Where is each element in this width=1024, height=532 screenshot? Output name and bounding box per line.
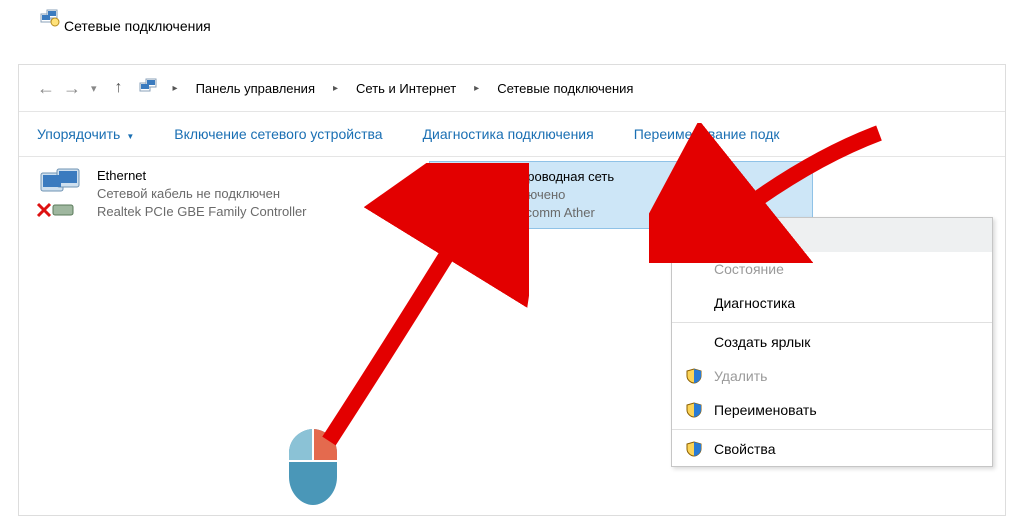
menu-state: Состояние bbox=[672, 252, 992, 286]
toolbar-organize[interactable]: Упорядочить▼ bbox=[37, 126, 134, 142]
nav-recent-icon[interactable]: ▾ bbox=[91, 82, 97, 95]
crumb-network-internet[interactable]: Сеть и Интернет bbox=[352, 79, 460, 98]
nav-up-icon[interactable]: ↑ bbox=[115, 79, 123, 97]
dropdown-icon: ▼ bbox=[126, 132, 134, 141]
ethernet-icon bbox=[35, 167, 87, 219]
connection-device: Qualcomm Ather bbox=[498, 204, 614, 222]
chevron-right-icon[interactable]: ▸ bbox=[333, 83, 338, 94]
connection-ethernet[interactable]: Ethernet Сетевой кабель не подключен Rea… bbox=[29, 161, 411, 227]
menu-label: Переименовать bbox=[714, 402, 817, 418]
shield-icon bbox=[686, 368, 702, 384]
connection-device: Realtek PCIe GBE Family Controller bbox=[97, 203, 307, 221]
menu-label: Удалить bbox=[714, 368, 767, 384]
menu-delete: Удалить bbox=[672, 359, 992, 393]
menu-properties[interactable]: Свойства bbox=[672, 432, 992, 466]
crumb-network-connections[interactable]: Сетевые подключения bbox=[493, 79, 637, 98]
nav-back-icon[interactable]: ← bbox=[37, 78, 55, 99]
connection-text: Ethernet Сетевой кабель не подключен Rea… bbox=[97, 167, 307, 221]
window-title: Сетевые подключения bbox=[64, 18, 211, 34]
connection-status: Отключено bbox=[498, 186, 614, 204]
address-bar: ← → ▾ ↑ ▸ Панель управления ▸ Сеть и Инт… bbox=[19, 65, 1005, 112]
connection-status: Сетевой кабель не подключен bbox=[97, 185, 307, 203]
context-menu: Включить Состояние Диагностика Создать я… bbox=[671, 217, 993, 467]
titlebar: Сетевые подключения bbox=[0, 0, 1024, 44]
menu-label: Создать ярлык bbox=[714, 334, 810, 350]
menu-label: Включить bbox=[714, 227, 784, 243]
menu-label: Свойства bbox=[714, 441, 775, 457]
crumb-control-panel[interactable]: Панель управления bbox=[192, 79, 319, 98]
content-area: Ethernet Сетевой кабель не подключен Rea… bbox=[19, 157, 1005, 515]
toolbar-diagnose[interactable]: Диагностика подключения bbox=[423, 126, 594, 142]
nav-fwd-icon[interactable]: → bbox=[63, 78, 81, 99]
toolbar: Упорядочить▼ Включение сетевого устройст… bbox=[19, 112, 1005, 157]
menu-label: Состояние bbox=[714, 261, 784, 277]
connection-name: Ethernet bbox=[97, 167, 307, 185]
window-body: ← → ▾ ↑ ▸ Панель управления ▸ Сеть и Инт… bbox=[18, 64, 1006, 516]
chevron-right-icon[interactable]: ▸ bbox=[474, 83, 479, 94]
menu-enable[interactable]: Включить bbox=[672, 218, 992, 252]
menu-separator bbox=[672, 322, 992, 323]
connection-name: Беспроводная сеть bbox=[498, 168, 614, 186]
mouse-annotation-icon bbox=[285, 427, 341, 507]
menu-label: Диагностика bbox=[714, 295, 795, 311]
connection-text: Беспроводная сеть Отключено Qualcomm Ath… bbox=[498, 168, 614, 222]
menu-diagnose[interactable]: Диагностика bbox=[672, 286, 992, 320]
menu-create-shortcut[interactable]: Создать ярлык bbox=[672, 325, 992, 359]
toolbar-enable-device[interactable]: Включение сетевого устройства bbox=[174, 126, 382, 142]
chevron-right-icon[interactable]: ▸ bbox=[173, 83, 178, 94]
menu-rename[interactable]: Переименовать bbox=[672, 393, 992, 427]
shield-icon bbox=[686, 227, 702, 243]
breadcrumb-root-icon[interactable] bbox=[139, 77, 159, 100]
shield-icon bbox=[686, 441, 702, 457]
toolbar-rename[interactable]: Переименование подк bbox=[634, 126, 780, 142]
menu-separator bbox=[672, 429, 992, 430]
shield-icon bbox=[686, 402, 702, 418]
wifi-icon bbox=[436, 168, 488, 220]
network-connections-icon bbox=[40, 8, 60, 31]
